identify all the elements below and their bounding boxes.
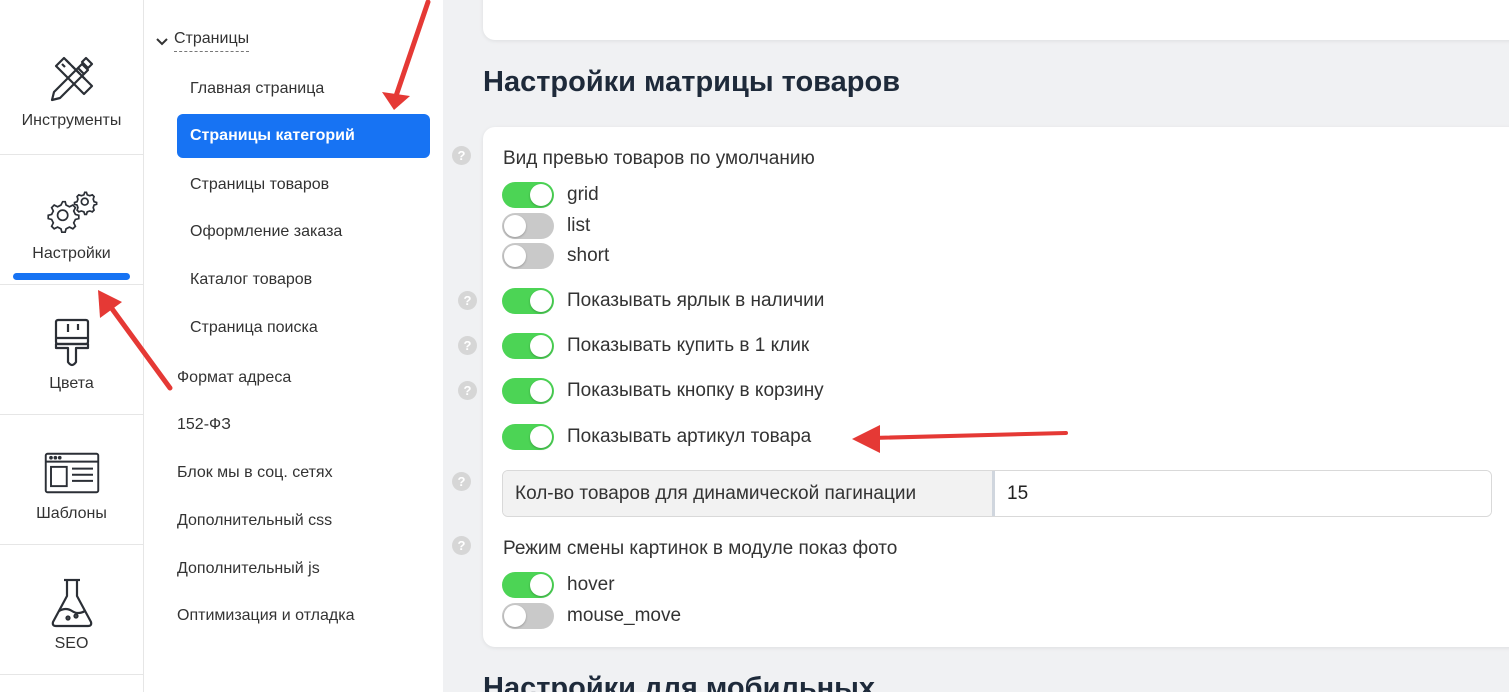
subnav-item-catalog[interactable]: Каталог товаров bbox=[177, 258, 430, 302]
help-icon[interactable]: ? bbox=[458, 336, 477, 355]
subnav-item-search-page[interactable]: Страница поиска bbox=[177, 306, 430, 350]
toggle-switch[interactable] bbox=[502, 424, 554, 450]
subnav-item-checkout[interactable]: Оформление заказа bbox=[177, 210, 430, 254]
section-toggle-pages[interactable]: Страницы bbox=[156, 30, 250, 52]
option-list[interactable]: list bbox=[502, 213, 590, 239]
paintbrush-icon bbox=[44, 315, 100, 371]
settings-card: Вид превью товаров по умолчанию grid lis… bbox=[483, 127, 1509, 647]
rail-label: Инструменты bbox=[21, 112, 122, 129]
tools-icon bbox=[44, 50, 100, 106]
help-icon[interactable]: ? bbox=[458, 381, 477, 400]
mobile-settings-title: Настройки для мобильных bbox=[483, 672, 876, 692]
toggle-switch[interactable] bbox=[502, 182, 554, 208]
toggle-label: Показывать купить в 1 клик bbox=[567, 335, 810, 356]
toggle-product-sku[interactable]: Показывать артикул товара bbox=[502, 424, 811, 450]
rail-item-colors[interactable]: Цвета bbox=[0, 285, 143, 415]
option-grid[interactable]: grid bbox=[502, 182, 599, 208]
template-icon bbox=[44, 445, 100, 501]
option-hover[interactable]: hover bbox=[502, 572, 615, 598]
toggle-switch[interactable] bbox=[502, 378, 554, 404]
settings-subnav: Страницы Главная страница Страницы катег… bbox=[144, 0, 443, 692]
toggle-switch[interactable] bbox=[502, 572, 554, 598]
rail-item-settings[interactable]: Настройки bbox=[0, 155, 143, 285]
rail-item-tools[interactable]: Инструменты bbox=[0, 0, 143, 155]
rail-label: Цвета bbox=[49, 375, 94, 392]
active-indicator bbox=[13, 273, 130, 280]
rail-label: Шаблоны bbox=[36, 505, 107, 522]
subnav-item-optimization[interactable]: Оптимизация и отладка bbox=[177, 607, 354, 625]
option-label: list bbox=[567, 215, 591, 236]
subnav-item-extra-css[interactable]: Дополнительный css bbox=[177, 512, 332, 530]
rail-label: SEO bbox=[54, 635, 89, 652]
settings-gears-icon bbox=[44, 183, 100, 239]
toggle-label: Показывать кнопку в корзину bbox=[567, 380, 824, 401]
subnav-item-social[interactable]: Блок мы в соц. сетях bbox=[177, 464, 333, 482]
subnav-item-extra-js[interactable]: Дополнительный js bbox=[177, 560, 320, 578]
toggle-switch[interactable] bbox=[502, 243, 554, 269]
subnav-item-product-pages[interactable]: Страницы товаров bbox=[177, 163, 430, 207]
toggle-switch[interactable] bbox=[502, 213, 554, 239]
page-title: Настройки матрицы товаров bbox=[483, 66, 901, 98]
subnav-item-home[interactable]: Главная страница bbox=[177, 67, 430, 111]
subnav-item-152fz[interactable]: 152-ФЗ bbox=[177, 416, 231, 434]
option-short[interactable]: short bbox=[502, 243, 609, 269]
previous-card bbox=[483, 0, 1509, 40]
toggle-switch[interactable] bbox=[502, 603, 554, 629]
chevron-down-icon bbox=[156, 33, 174, 49]
toggle-cart-button[interactable]: Показывать кнопку в корзину bbox=[502, 378, 824, 404]
option-mouse-move[interactable]: mouse_move bbox=[502, 603, 681, 629]
subnav-item-category-pages[interactable]: Страницы категорий bbox=[177, 114, 430, 158]
subnav-item-url-format[interactable]: Формат адреса bbox=[177, 369, 291, 387]
option-label: short bbox=[567, 245, 610, 266]
help-icon[interactable]: ? bbox=[458, 291, 477, 310]
pagination-input[interactable]: 15 bbox=[995, 471, 1491, 516]
toggle-label: Показывать ярлык в наличии bbox=[567, 290, 825, 311]
main-content: Настройки матрицы товаров Вид превью тов… bbox=[443, 0, 1509, 692]
pagination-label: Кол-во товаров для динамической пагинаци… bbox=[503, 471, 995, 516]
help-icon[interactable]: ? bbox=[452, 536, 471, 555]
pagination-input-group: Кол-во товаров для динамической пагинаци… bbox=[502, 470, 1492, 517]
toggle-in-stock-badge[interactable]: Показывать ярлык в наличии bbox=[502, 288, 824, 314]
toggle-switch[interactable] bbox=[502, 288, 554, 314]
preview-type-label: Вид превью товаров по умолчанию bbox=[503, 148, 815, 169]
option-label: mouse_move bbox=[567, 605, 682, 626]
help-icon[interactable]: ? bbox=[452, 472, 471, 491]
option-label: hover bbox=[567, 574, 615, 595]
toggle-one-click-buy[interactable]: Показывать купить в 1 клик bbox=[502, 333, 809, 359]
rail-label: Настройки bbox=[32, 245, 111, 262]
flask-icon bbox=[44, 575, 100, 631]
icon-rail: Инструменты Настройки Цвета Шаблоны SEO bbox=[0, 0, 144, 692]
photo-mode-label: Режим смены картинок в модуле показ фото bbox=[503, 538, 898, 559]
rail-item-templates[interactable]: Шаблоны bbox=[0, 415, 143, 545]
option-label: grid bbox=[567, 184, 599, 205]
toggle-label: Показывать артикул товара bbox=[567, 426, 812, 447]
toggle-switch[interactable] bbox=[502, 333, 554, 359]
help-icon[interactable]: ? bbox=[452, 146, 471, 165]
section-title: Страницы bbox=[174, 30, 250, 52]
rail-item-seo[interactable]: SEO bbox=[0, 545, 143, 675]
